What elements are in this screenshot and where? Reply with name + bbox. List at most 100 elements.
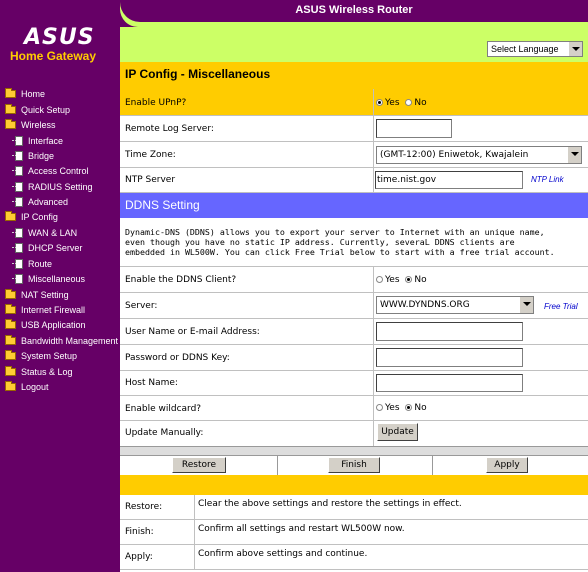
free-trial-link[interactable]: Free Trial	[544, 302, 578, 311]
upnp-yes-radio[interactable]	[376, 99, 383, 106]
ddns-wildcard-yes-radio[interactable]	[376, 404, 383, 411]
remote-log-row: Remote Log Server:	[120, 116, 588, 142]
page-icon	[12, 197, 23, 207]
ntp-row: NTP Server time.nist.gov NTP Link	[120, 168, 588, 193]
ddns-update-label: Update Manually:	[125, 428, 204, 438]
value-cell	[373, 371, 374, 395]
sidebar-item-bandwidth-management[interactable]: Bandwidth Management	[5, 335, 118, 347]
ddns-wildcard-radio-group: Yes No	[376, 403, 430, 413]
value-cell	[373, 168, 374, 192]
value-cell	[373, 293, 374, 318]
upnp-yes-label: Yes	[385, 98, 400, 108]
update-button[interactable]: Update	[377, 423, 418, 441]
sidebar-item-internet-firewall[interactable]: Internet Firewall	[5, 304, 85, 316]
app-title: ASUS Wireless Router	[295, 4, 413, 16]
folder-icon	[5, 119, 16, 129]
ddns-description-line: embedded in WL500W. You can click Free T…	[125, 247, 555, 257]
sidebar-item-nat-setting[interactable]: NAT Setting	[5, 289, 69, 301]
sidebar-item-wan-lan[interactable]: WAN & LAN	[12, 227, 78, 239]
ntp-link[interactable]: NTP Link	[531, 175, 564, 184]
help-row-restore: Restore: Clear the above settings and re…	[120, 495, 588, 520]
ddns-enable-no-radio[interactable]	[405, 276, 413, 283]
sidebar-item-label: Interface	[28, 136, 64, 146]
sidebar-item-interface[interactable]: Interface	[12, 135, 64, 147]
sidebar-item-status-log[interactable]: Status & Log	[5, 366, 73, 378]
ddns-server-select[interactable]: WWW.DYNDNS.ORG	[376, 296, 534, 314]
sidebar-item-radius-setting[interactable]: RADIUS Setting	[12, 181, 93, 193]
sidebar-item-bridge[interactable]: Bridge	[12, 150, 55, 162]
sidebar: ASUS Home Gateway Home Quick Setup Wirel…	[0, 0, 120, 572]
upnp-no-radio[interactable]	[405, 99, 413, 106]
sidebar-item-label: System Setup	[21, 351, 78, 361]
sidebar-item-label: Logout	[21, 382, 49, 392]
help-text: Confirm all settings and restart WL500W …	[194, 520, 405, 544]
ddns-host-input[interactable]	[376, 374, 523, 392]
ddns-enable-yes-label: Yes	[385, 275, 400, 285]
value-cell	[373, 345, 374, 370]
ddns-enable-yes-radio[interactable]	[376, 276, 383, 283]
page-icon	[12, 182, 23, 192]
ddns-wildcard-label: Enable wildcard?	[125, 404, 202, 414]
folder-icon	[5, 211, 16, 221]
ddns-host-label: Host Name:	[125, 378, 178, 388]
remote-log-input[interactable]	[376, 119, 452, 138]
sidebar-item-wireless[interactable]: Wireless	[5, 119, 56, 131]
sidebar-item-usb-application[interactable]: USB Application	[5, 319, 86, 331]
ddns-enable-no-label: No	[414, 275, 427, 285]
sidebar-item-route[interactable]: Route	[12, 258, 53, 270]
sidebar-item-label: Miscellaneous	[28, 274, 86, 284]
finish-button[interactable]: Finish	[328, 457, 380, 473]
sidebar-item-logout[interactable]: Logout	[5, 381, 49, 393]
ddns-password-input[interactable]	[376, 348, 523, 367]
value-cell	[373, 89, 374, 115]
sidebar-item-home[interactable]: Home	[5, 88, 45, 100]
sidebar-item-label: Quick Setup	[21, 105, 71, 115]
sidebar-item-label: IP Config	[21, 212, 58, 222]
sidebar-item-label: USB Application	[21, 320, 86, 330]
ddns-user-input[interactable]	[376, 322, 523, 341]
sidebar-item-label: Route	[28, 259, 53, 269]
chevron-down-icon[interactable]	[568, 42, 582, 56]
ddns-user-label: User Name or E-mail Address:	[125, 327, 260, 337]
action-divider	[277, 456, 278, 475]
help-text: Clear the above settings and restore the…	[194, 495, 462, 519]
sidebar-item-miscellaneous[interactable]: Miscellaneous	[12, 273, 86, 285]
sidebar-item-label: Bandwidth Management	[21, 336, 119, 346]
chevron-down-icon[interactable]	[519, 297, 533, 313]
ddns-server-row: Server: WWW.DYNDNS.ORG Free Trial	[120, 293, 588, 319]
sidebar-item-access-control[interactable]: Access Control	[12, 165, 89, 177]
action-divider	[432, 456, 433, 475]
sidebar-item-label: RADIUS Setting	[28, 182, 93, 192]
sidebar-item-label: WAN & LAN	[28, 228, 78, 238]
ddns-enable-radio-group: Yes No	[376, 275, 430, 285]
help-key: Apply:	[125, 552, 153, 562]
timezone-select[interactable]: (GMT-12:00) Eniwetok, Kwajalein	[376, 146, 582, 164]
language-select[interactable]: Select Language	[487, 41, 583, 57]
sidebar-item-advanced[interactable]: Advanced	[12, 196, 68, 208]
sidebar-item-dhcp-server[interactable]: DHCP Server	[12, 242, 82, 254]
value-cell	[373, 421, 374, 446]
apply-button[interactable]: Apply	[486, 457, 528, 473]
page-icon	[12, 166, 23, 176]
sidebar-item-label: Bridge	[28, 151, 55, 161]
upnp-radio-group: Yes No	[376, 98, 430, 108]
folder-icon	[5, 88, 16, 98]
ntp-input[interactable]: time.nist.gov	[375, 171, 523, 189]
page-icon	[12, 274, 23, 284]
restore-button[interactable]: Restore	[172, 457, 226, 473]
sidebar-item-label: Internet Firewall	[21, 305, 86, 315]
sidebar-item-ip-config[interactable]: IP Config	[5, 211, 58, 223]
page-icon	[12, 151, 23, 161]
action-bar: Restore Finish Apply	[120, 455, 588, 475]
chevron-down-icon[interactable]	[567, 147, 581, 163]
sidebar-item-system-setup[interactable]: System Setup	[5, 350, 77, 362]
folder-icon	[5, 381, 16, 391]
ddns-enable-row: Enable the DDNS Client? Yes No	[120, 267, 588, 293]
folder-icon	[5, 335, 16, 345]
page-icon	[12, 259, 23, 269]
ddns-wildcard-no-label: No	[414, 403, 427, 413]
remote-log-label: Remote Log Server:	[125, 124, 214, 134]
ddns-wildcard-no-radio[interactable]	[405, 404, 413, 411]
ddns-password-label: Password or DDNS Key:	[125, 353, 230, 363]
sidebar-item-quick-setup[interactable]: Quick Setup	[5, 104, 70, 116]
